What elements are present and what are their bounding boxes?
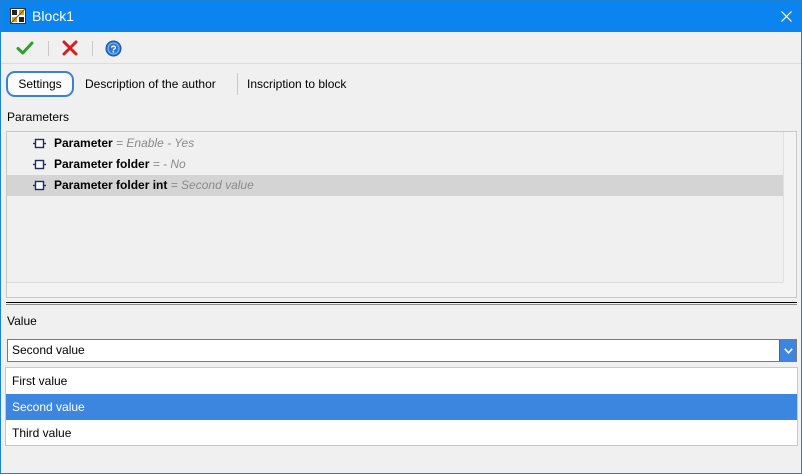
parameters-list-area: Parameter = Enable - Yes Parameter folde… (7, 132, 783, 282)
parameter-icon (33, 180, 46, 191)
window-title: Block1 (32, 8, 75, 24)
dialog-window: Block1 ? Settings Description of the aut… (0, 0, 802, 474)
parameter-row-selected[interactable]: Parameter folder int = Second value (7, 175, 783, 196)
tab-separator (237, 73, 238, 95)
vertical-scrollbar[interactable] (783, 132, 796, 282)
chevron-down-icon (783, 347, 793, 354)
toolbar: ? (1, 32, 801, 64)
parameters-list: Parameter = Enable - Yes Parameter folde… (6, 131, 797, 298)
parameter-name: Parameter folder int (54, 178, 168, 192)
value-options-list: First value Second value Third value (5, 367, 798, 446)
parameter-icon (33, 138, 46, 149)
option-first-value[interactable]: First value (6, 368, 797, 394)
toolbar-separator (92, 41, 93, 56)
parameter-value: = Enable - Yes (112, 136, 195, 150)
option-third-value[interactable]: Third value (6, 420, 797, 446)
dropdown-button[interactable] (779, 340, 796, 361)
parameter-value: = - No (149, 157, 186, 171)
tab-settings[interactable]: Settings (6, 71, 74, 97)
value-combobox-text: Second value (12, 343, 85, 357)
cross-icon (62, 40, 78, 56)
value-label: Value (7, 314, 37, 328)
panel-splitter[interactable] (6, 302, 797, 305)
horizontal-scrollbar[interactable] (7, 282, 783, 297)
check-icon (16, 41, 34, 55)
tab-bar: Settings Description of the author Inscr… (1, 65, 801, 103)
title-bar[interactable]: Block1 (1, 1, 801, 32)
value-combobox[interactable]: Second value (7, 339, 797, 362)
close-icon (780, 11, 792, 22)
ok-button[interactable] (14, 38, 36, 58)
cancel-button[interactable] (59, 38, 81, 58)
toolbar-separator (48, 41, 49, 56)
parameter-row[interactable]: Parameter = Enable - Yes (7, 133, 783, 154)
parameter-value: = Second value (167, 178, 254, 192)
parameter-name: Parameter folder (54, 157, 150, 171)
option-second-value[interactable]: Second value (6, 394, 797, 420)
block-app-icon (10, 8, 26, 24)
help-button[interactable]: ? (102, 38, 124, 58)
parameter-icon (33, 159, 46, 170)
help-icon: ? (105, 40, 121, 56)
parameters-label: Parameters (7, 110, 70, 124)
close-button[interactable] (771, 1, 801, 32)
tab-inscription-to-block[interactable]: Inscription to block (247, 71, 346, 97)
svg-text:?: ? (110, 44, 116, 55)
scrollbar-corner (783, 282, 796, 297)
parameter-row[interactable]: Parameter folder = - No (7, 154, 783, 175)
tab-description-of-the-author[interactable]: Description of the author (85, 71, 216, 97)
parameter-name: Parameter (54, 136, 113, 150)
